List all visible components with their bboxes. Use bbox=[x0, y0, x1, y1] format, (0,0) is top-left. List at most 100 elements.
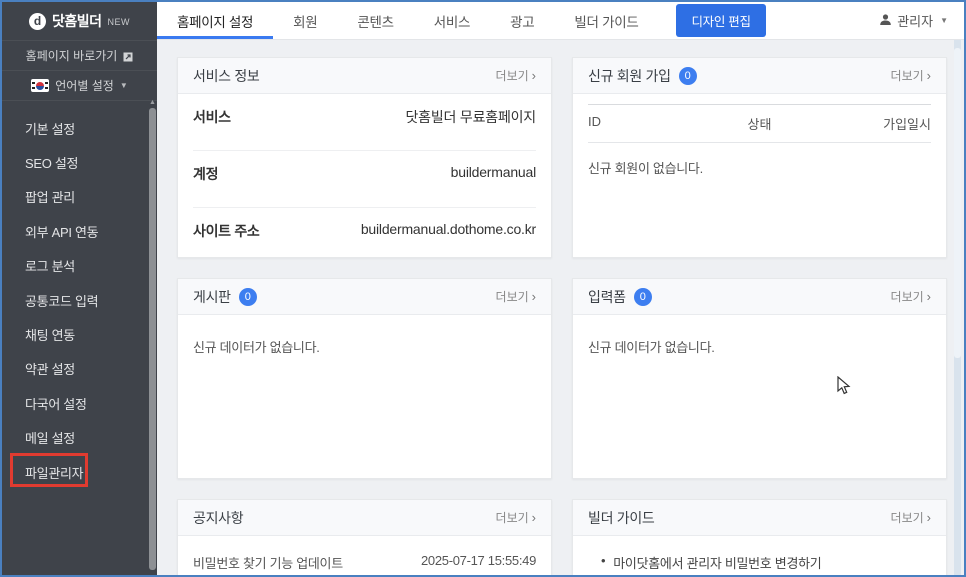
notice-title: 비밀번호 찾기 기능 업데이트 bbox=[193, 553, 343, 572]
sidebar-scrollbar-thumb[interactable] bbox=[149, 108, 156, 570]
service-info-more-link[interactable]: 더보기 › bbox=[496, 67, 536, 84]
sidebar: d 닷홈빌더 NEW 홈페이지 바로가기 언어별 설정 ▼ 기본 설정 SEO … bbox=[2, 2, 157, 575]
notice-date: 2025-07-17 15:55:49 bbox=[421, 553, 536, 572]
dothome-logo-icon: d bbox=[29, 13, 46, 30]
card-title: 빌더 가이드 bbox=[588, 508, 655, 528]
sidebar-item-basic-settings[interactable]: 기본 설정 bbox=[2, 111, 157, 145]
card-title: 게시판 bbox=[193, 287, 231, 307]
sidebar-item-mail-settings[interactable]: 메일 설정 bbox=[2, 421, 157, 455]
site-address-value: buildermanual.dothome.co.kr bbox=[361, 221, 536, 237]
account-label: 계정 bbox=[193, 164, 218, 184]
main-scrollbar-thumb[interactable] bbox=[954, 48, 961, 358]
sidebar-item-common-code[interactable]: 공통코드 입력 bbox=[2, 283, 157, 317]
language-setting-label: 언어별 설정 bbox=[55, 77, 114, 94]
members-table-header: ID 상태 가입일시 bbox=[588, 104, 931, 143]
main-content: 서비스 정보 더보기 › 서비스 닷홈빌더 무료홈페이지 계정 builderm… bbox=[157, 40, 964, 575]
empty-members-message: 신규 회원이 없습니다. bbox=[573, 143, 946, 192]
builder-guide-card: 빌더 가이드 더보기 › • 마이닷홈에서 관리자 비밀번호 변경하기 bbox=[572, 499, 947, 575]
user-icon bbox=[879, 13, 892, 29]
more-label: 더보기 bbox=[496, 67, 529, 84]
sidebar-item-seo-settings[interactable]: SEO 설정 bbox=[2, 145, 157, 179]
column-join-date: 가입일시 bbox=[817, 114, 931, 133]
input-form-card: 입력폼 0 더보기 › 신규 데이터가 없습니다. bbox=[572, 278, 947, 479]
notice-list-item[interactable]: 비밀번호 찾기 기능 업데이트 2025-07-17 15:55:49 bbox=[178, 536, 551, 575]
site-address-row: 사이트 주소 buildermanual.dothome.co.kr bbox=[193, 208, 536, 264]
empty-form-message: 신규 데이터가 없습니다. bbox=[573, 315, 946, 371]
sidebar-item-log-analysis[interactable]: 로그 분석 bbox=[2, 249, 157, 283]
count-badge: 0 bbox=[634, 288, 652, 306]
sidebar-item-homepage-shortcut[interactable]: 홈페이지 바로가기 bbox=[2, 40, 157, 70]
guide-list-item[interactable]: • 마이닷홈에서 관리자 비밀번호 변경하기 bbox=[573, 536, 946, 575]
logo-text: 닷홈빌더 bbox=[52, 11, 102, 31]
chevron-right-icon: › bbox=[532, 510, 536, 525]
chevron-right-icon: › bbox=[927, 289, 931, 304]
user-chevron-down-icon: ▼ bbox=[940, 16, 948, 25]
builder-guide-more-link[interactable]: 더보기 › bbox=[891, 509, 931, 526]
bullet-icon: • bbox=[601, 553, 605, 572]
sidebar-scrollbar[interactable]: ▲ bbox=[148, 96, 157, 575]
tab-services[interactable]: 서비스 bbox=[414, 2, 490, 39]
more-label: 더보기 bbox=[891, 509, 924, 526]
sidebar-item-multilanguage-settings[interactable]: 다국어 설정 bbox=[2, 386, 157, 420]
scroll-up-arrow-icon[interactable]: ▲ bbox=[148, 96, 157, 108]
service-value: 닷홈빌더 무료홈페이지 bbox=[406, 107, 537, 127]
logo[interactable]: d 닷홈빌더 NEW bbox=[2, 2, 157, 40]
board-card: 게시판 0 더보기 › 신규 데이터가 없습니다. bbox=[177, 278, 552, 479]
count-badge: 0 bbox=[679, 67, 697, 85]
main-scrollbar[interactable] bbox=[954, 40, 961, 575]
input-form-header: 입력폼 0 더보기 › bbox=[573, 279, 946, 315]
count-badge: 0 bbox=[239, 288, 257, 306]
service-info-card: 서비스 정보 더보기 › 서비스 닷홈빌더 무료홈페이지 계정 builderm… bbox=[177, 57, 552, 258]
board-header: 게시판 0 더보기 › bbox=[178, 279, 551, 315]
builder-guide-header: 빌더 가이드 더보기 › bbox=[573, 500, 946, 536]
sidebar-item-language-setting[interactable]: 언어별 설정 ▼ bbox=[2, 70, 157, 100]
guide-item-text: 마이닷홈에서 관리자 비밀번호 변경하기 bbox=[613, 553, 821, 572]
admin-user-label: 관리자 bbox=[897, 11, 933, 30]
service-row: 서비스 닷홈빌더 무료홈페이지 bbox=[193, 94, 536, 151]
card-title: 신규 회원 가입 bbox=[588, 66, 671, 86]
korea-flag-icon bbox=[31, 79, 49, 92]
more-label: 더보기 bbox=[496, 509, 529, 526]
service-label: 서비스 bbox=[193, 107, 231, 127]
sidebar-item-popup-management[interactable]: 팝업 관리 bbox=[2, 180, 157, 214]
design-edit-button[interactable]: 디자인 편집 bbox=[676, 4, 765, 37]
top-navigation: 홈페이지 설정 회원 콘텐츠 서비스 광고 빌더 가이드 디자인 편집 관리자 … bbox=[157, 2, 964, 40]
new-members-header: 신규 회원 가입 0 더보기 › bbox=[573, 58, 946, 94]
tab-members[interactable]: 회원 bbox=[273, 2, 337, 39]
sidebar-item-external-api[interactable]: 외부 API 연동 bbox=[2, 214, 157, 248]
external-link-icon bbox=[123, 51, 133, 61]
card-title: 입력폼 bbox=[588, 287, 626, 307]
column-status: 상태 bbox=[702, 114, 816, 133]
chevron-right-icon: › bbox=[927, 510, 931, 525]
empty-board-message: 신규 데이터가 없습니다. bbox=[178, 315, 551, 371]
notice-card: 공지사항 더보기 › 비밀번호 찾기 기능 업데이트 2025-07-17 15… bbox=[177, 499, 552, 575]
homepage-shortcut-label: 홈페이지 바로가기 bbox=[26, 47, 118, 64]
nav-tabs: 홈페이지 설정 회원 콘텐츠 서비스 광고 빌더 가이드 bbox=[157, 2, 658, 39]
site-address-label: 사이트 주소 bbox=[193, 221, 260, 241]
sidebar-item-terms-settings[interactable]: 약관 설정 bbox=[2, 352, 157, 386]
tab-homepage-settings[interactable]: 홈페이지 설정 bbox=[157, 2, 273, 39]
logo-new-badge: NEW bbox=[108, 17, 131, 27]
new-members-card: 신규 회원 가입 0 더보기 › ID 상태 가입일시 신규 회원이 없습니다. bbox=[572, 57, 947, 258]
new-members-more-link[interactable]: 더보기 › bbox=[891, 67, 931, 84]
input-form-more-link[interactable]: 더보기 › bbox=[891, 288, 931, 305]
tab-builder-guide[interactable]: 빌더 가이드 bbox=[554, 2, 658, 39]
card-title: 공지사항 bbox=[193, 508, 243, 528]
chevron-right-icon: › bbox=[927, 68, 931, 83]
sidebar-item-file-manager[interactable]: 파일관리자 bbox=[2, 455, 157, 489]
board-more-link[interactable]: 더보기 › bbox=[496, 288, 536, 305]
service-info-body: 서비스 닷홈빌더 무료홈페이지 계정 buildermanual 사이트 주소 … bbox=[178, 94, 551, 264]
sidebar-item-chat-integration[interactable]: 채팅 연동 bbox=[2, 317, 157, 351]
chevron-down-icon: ▼ bbox=[120, 81, 128, 90]
chevron-right-icon: › bbox=[532, 289, 536, 304]
notice-header: 공지사항 더보기 › bbox=[178, 500, 551, 536]
tab-contents[interactable]: 콘텐츠 bbox=[337, 2, 413, 39]
notice-more-link[interactable]: 더보기 › bbox=[496, 509, 536, 526]
more-label: 더보기 bbox=[496, 288, 529, 305]
app-window: d 닷홈빌더 NEW 홈페이지 바로가기 언어별 설정 ▼ 기본 설정 SEO … bbox=[0, 0, 966, 577]
admin-user-menu[interactable]: 관리자 ▼ bbox=[879, 11, 948, 30]
card-title: 서비스 정보 bbox=[193, 66, 260, 86]
service-info-header: 서비스 정보 더보기 › bbox=[178, 58, 551, 94]
account-value: buildermanual bbox=[451, 164, 536, 180]
tab-ads[interactable]: 광고 bbox=[490, 2, 554, 39]
